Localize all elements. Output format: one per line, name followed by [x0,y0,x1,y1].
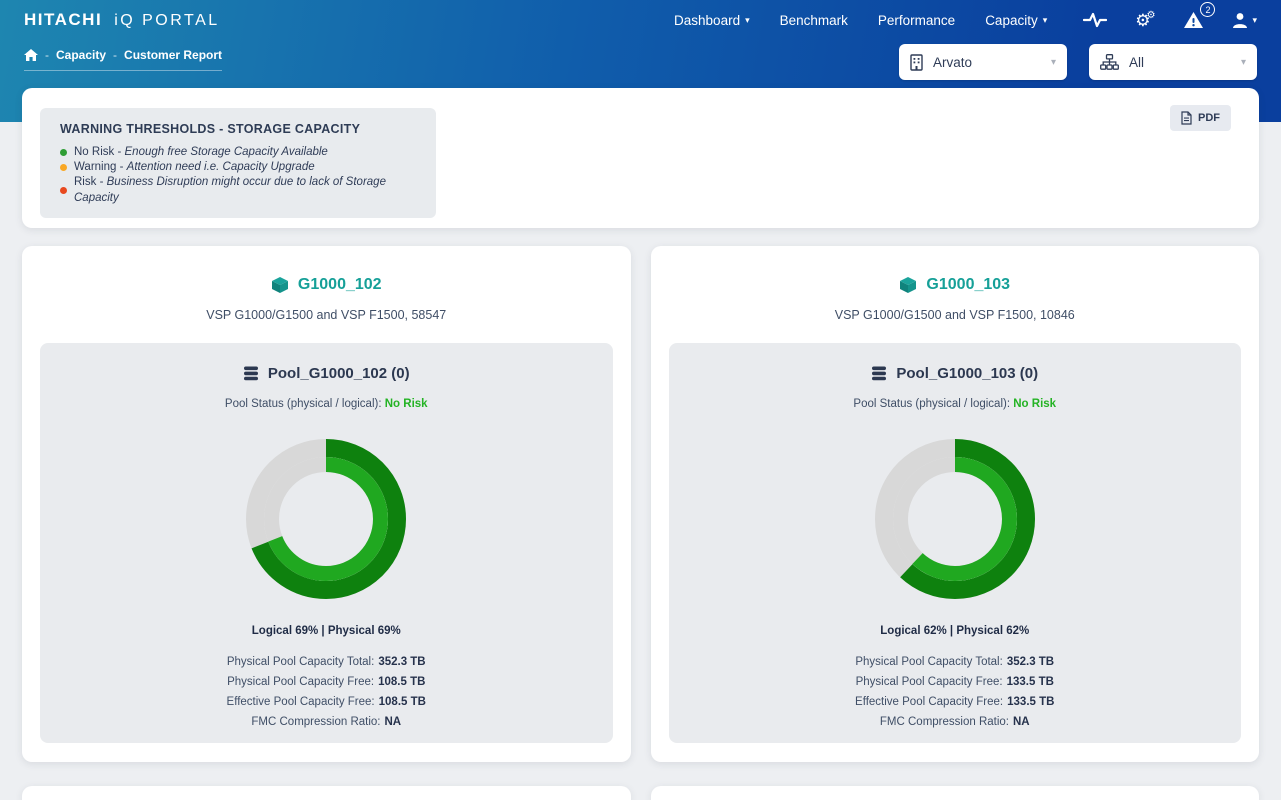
settings-gears-icon[interactable]: ⚙⚙ [1135,12,1155,29]
pool-status-label: Pool Status (physical / logical): [225,398,382,410]
cube-icon [271,276,289,294]
breadcrumb: - Capacity - Customer Report [24,48,222,71]
nav-item-performance[interactable]: Performance [878,13,955,28]
stat-row: Physical Pool Capacity Free:133.5 TB [669,672,1242,692]
alerts-warning-icon[interactable]: 2 [1183,11,1204,29]
pool-status-line: Pool Status (physical / logical): No Ris… [669,398,1242,410]
main-nav: Dashboard ▾ Benchmark Performance Capaci… [674,11,1257,29]
legend-item-warning: Warning - Attention need i.e. Capacity U… [60,160,416,175]
legend-item-text: Warning - Attention need i.e. Capacity U… [74,160,315,175]
chevron-down-icon: ▾ [1252,15,1257,26]
pool-name: Pool_G1000_102 (0) [268,365,410,382]
donut-chart-label: Logical 69% | Physical 69% [40,625,613,637]
notification-count-badge: 2 [1200,2,1215,17]
storage-card-partial [651,786,1260,800]
storage-card-partial [22,786,631,800]
user-menu-icon[interactable]: ▾ [1232,12,1257,29]
breadcrumb-separator: - [45,48,49,62]
legend-title: WARNING THRESHOLDS - STORAGE CAPACITY [60,122,416,136]
pdf-file-icon [1181,111,1192,125]
chevron-down-icon: ▾ [1241,57,1246,68]
nav-item-label: Performance [878,13,955,28]
nav-item-dashboard[interactable]: Dashboard ▾ [674,13,750,28]
top-navigation-bar: HITACHI iQ PORTAL Dashboard ▾ Benchmark … [0,0,1281,40]
nav-icon-group: ⚙⚙ 2 ▾ [1083,11,1257,29]
stat-row: FMC Compression Ratio:NA [40,712,613,732]
pool-panel: Pool_G1000_103 (0) Pool Status (physical… [669,343,1242,743]
storage-system-model: VSP G1000/G1500 and VSP F1500, 58547 [40,308,613,322]
nav-item-label: Dashboard [674,13,740,28]
stat-row: FMC Compression Ratio:NA [669,712,1242,732]
pool-stats: Physical Pool Capacity Total:352.3 TB Ph… [40,652,613,732]
sitemap-icon [1100,54,1119,70]
system-select-value: All [1129,55,1144,70]
breadcrumb-home-icon[interactable] [24,49,38,61]
orange-dot-icon [60,164,67,171]
pdf-export-button[interactable]: PDF [1170,105,1231,131]
stat-row: Effective Pool Capacity Free:108.5 TB [40,692,613,712]
breadcrumb-customer-report[interactable]: Customer Report [124,48,222,62]
activity-icon[interactable] [1083,11,1107,29]
breadcrumb-separator: - [113,48,117,62]
chevron-down-icon: ▾ [745,15,750,26]
legend-panel: WARNING THRESHOLDS - STORAGE CAPACITY No… [22,88,1259,228]
hitachi-wordmark: HITACHI [24,10,102,30]
pool-name: Pool_G1000_103 (0) [896,365,1038,382]
filter-controls: Arvato ▾ All ▾ [899,44,1257,80]
pool-status-line: Pool Status (physical / logical): No Ris… [40,398,613,410]
sub-header: - Capacity - Customer Report Arvato ▾ Al… [0,44,1281,80]
iq-portal-wordmark: iQ PORTAL [114,12,219,30]
legend-item-no-risk: No Risk - Enough free Storage Capacity A… [60,145,416,160]
pool-status-badge: No Risk [1013,398,1056,410]
nav-item-benchmark[interactable]: Benchmark [780,13,848,28]
legend-item-risk: Risk - Business Disruption might occur d… [60,175,416,205]
storage-system-name: G1000_103 [926,276,1010,294]
stat-row: Physical Pool Capacity Total:352.3 TB [669,652,1242,672]
capacity-donut-chart [669,419,1242,624]
nav-item-label: Benchmark [780,13,848,28]
legend-item-text: No Risk - Enough free Storage Capacity A… [74,145,328,160]
breadcrumb-capacity[interactable]: Capacity [56,48,106,62]
storage-system-link[interactable]: G1000_102 [271,276,382,294]
pool-panel: Pool_G1000_102 (0) Pool Status (physical… [40,343,613,743]
gear-icon: ⚙ [1147,11,1156,21]
donut-chart-label: Logical 62% | Physical 62% [669,625,1242,637]
database-icon [243,366,259,381]
storage-system-model: VSP G1000/G1500 and VSP F1500, 10846 [669,308,1242,322]
green-dot-icon [60,149,67,156]
storage-system-link[interactable]: G1000_103 [899,276,1010,294]
pool-status-label: Pool Status (physical / logical): [853,398,1010,410]
chevron-down-icon: ▾ [1051,57,1056,68]
pool-stats: Physical Pool Capacity Total:352.3 TB Ph… [669,652,1242,732]
nav-item-label: Capacity [985,13,1038,28]
pool-title: Pool_G1000_102 (0) [40,365,613,382]
storage-cards-row: G1000_102 VSP G1000/G1500 and VSP F1500,… [22,246,1259,762]
chevron-down-icon: ▾ [1043,15,1048,26]
capacity-donut-chart [40,419,613,624]
storage-card-g1000-103: G1000_103 VSP G1000/G1500 and VSP F1500,… [651,246,1260,762]
building-icon [910,54,923,71]
red-dot-icon [60,187,67,194]
customer-select[interactable]: Arvato ▾ [899,44,1067,80]
storage-card-g1000-102: G1000_102 VSP G1000/G1500 and VSP F1500,… [22,246,631,762]
pdf-button-label: PDF [1198,112,1220,124]
database-icon [871,366,887,381]
customer-select-value: Arvato [933,55,972,70]
pool-status-badge: No Risk [385,398,428,410]
legend-item-text: Risk - Business Disruption might occur d… [74,175,416,205]
warning-thresholds-box: WARNING THRESHOLDS - STORAGE CAPACITY No… [40,108,436,218]
hitachi-iq-portal-logo[interactable]: HITACHI iQ PORTAL [24,10,220,30]
storage-system-name: G1000_102 [298,276,382,294]
stat-row: Physical Pool Capacity Free:108.5 TB [40,672,613,692]
stat-row: Physical Pool Capacity Total:352.3 TB [40,652,613,672]
nav-item-capacity[interactable]: Capacity ▾ [985,13,1047,28]
system-select[interactable]: All ▾ [1089,44,1257,80]
cube-icon [899,276,917,294]
pool-title: Pool_G1000_103 (0) [669,365,1242,382]
storage-cards-row-partial [22,786,1259,800]
main-content: WARNING THRESHOLDS - STORAGE CAPACITY No… [0,88,1281,800]
stat-row: Effective Pool Capacity Free:133.5 TB [669,692,1242,712]
